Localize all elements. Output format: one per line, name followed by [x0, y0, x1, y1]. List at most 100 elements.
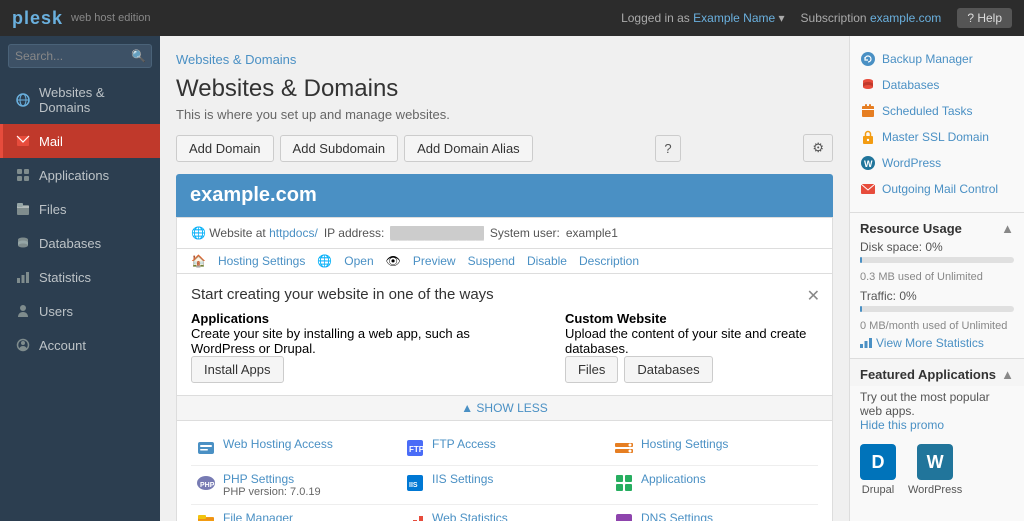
disk-bar: [860, 257, 862, 263]
dns-icon: DNS: [613, 511, 635, 521]
breadcrumb-link[interactable]: Websites & Domains: [176, 52, 296, 67]
mail-icon: [15, 133, 31, 149]
hosting-settings-icon: [613, 437, 635, 459]
databases-icon: [15, 235, 31, 251]
wordpress-app[interactable]: W WordPress: [908, 444, 962, 496]
hosting-settings-link[interactable]: Hosting Settings: [218, 254, 305, 268]
settings-icon-button[interactable]: ⚙: [803, 134, 833, 162]
featured-apps-title: Featured Applications: [860, 367, 996, 382]
files-button[interactable]: Files: [565, 356, 618, 383]
sidebar-item-mail[interactable]: Mail: [0, 124, 160, 158]
content-area: Websites & Domains Websites & Domains Th…: [160, 36, 1024, 521]
outgoing-mail-icon: [860, 181, 876, 197]
add-subdomain-button[interactable]: Add Subdomain: [280, 135, 399, 162]
list-item: File Manager: [191, 505, 400, 521]
php-sub: PHP version: 7.0.19: [223, 486, 321, 498]
backup-manager-link[interactable]: Backup Manager: [860, 46, 1014, 72]
search-icon: 🔍: [131, 49, 146, 63]
list-item: IIS IIS Settings: [400, 466, 609, 504]
sidebar-item-applications[interactable]: Applications: [0, 158, 160, 192]
databases-rp-icon: [860, 77, 876, 93]
scheduled-icon: [860, 103, 876, 119]
logged-in-label: Logged in as Example Name ▾: [621, 11, 784, 25]
domain-info: 🌐 Website at httpdocs/ IP address: █████…: [176, 217, 833, 249]
databases-button[interactable]: Databases: [624, 356, 712, 383]
user-name-link[interactable]: Example Name: [693, 11, 775, 25]
hosting-settings-grid-link[interactable]: Hosting Settings: [641, 437, 728, 451]
master-ssl-label: Master SSL Domain: [882, 130, 989, 144]
php-link[interactable]: PHP Settings: [223, 472, 321, 486]
disable-link[interactable]: Disable: [527, 254, 567, 268]
view-more-stats-link[interactable]: View More Statistics: [850, 332, 1024, 358]
sidebar-item-statistics[interactable]: Statistics: [0, 260, 160, 294]
start-col-apps-heading: Applications: [191, 311, 525, 326]
sidebar-item-account[interactable]: Account: [0, 328, 160, 362]
sidebar-label-files: Files: [39, 202, 66, 217]
open-link[interactable]: Open: [344, 254, 373, 268]
sidebar-item-files[interactable]: Files: [0, 192, 160, 226]
svg-text:FTP: FTP: [409, 445, 425, 454]
backup-icon: [860, 51, 876, 67]
hosting-icon: 🏠: [191, 254, 206, 268]
open-icon: 🌐: [317, 254, 332, 268]
subscription-link[interactable]: example.com: [870, 11, 941, 25]
add-domain-alias-button[interactable]: Add Domain Alias: [404, 135, 533, 162]
web-hosting-link[interactable]: Web Hosting Access: [223, 437, 333, 451]
featured-promo-text: Try out the most popular web apps. Hide …: [850, 386, 1024, 436]
featured-apps-collapse[interactable]: ▲: [1001, 367, 1014, 382]
master-ssl-link[interactable]: Master SSL Domain: [860, 124, 1014, 150]
hide-promo-link[interactable]: Hide this promo: [860, 418, 944, 432]
traffic-label: Traffic: 0%: [850, 289, 1024, 303]
dns-link[interactable]: DNS Settings: [641, 511, 713, 521]
right-panel: Backup Manager Databases Scheduled Tasks: [849, 36, 1024, 521]
domain-name: example.com: [190, 184, 317, 207]
iis-link[interactable]: IIS Settings: [432, 472, 493, 486]
sidebar-item-websites[interactable]: Websites & Domains: [0, 76, 160, 124]
applications-grid-link[interactable]: Applications: [641, 472, 706, 486]
sidebar-label-account: Account: [39, 338, 86, 353]
sidebar-label-applications: Applications: [39, 168, 109, 183]
close-start-box[interactable]: ✕: [807, 286, 820, 306]
show-less-button[interactable]: ▲ SHOW LESS: [176, 396, 833, 421]
list-item: Web Statistics: [400, 505, 609, 521]
install-apps-button[interactable]: Install Apps: [191, 356, 284, 383]
preview-link[interactable]: Preview: [413, 254, 456, 268]
plesk-logo: plesk: [12, 8, 63, 29]
resource-usage-header: Resource Usage ▲: [850, 213, 1024, 240]
sidebar-label-statistics: Statistics: [39, 270, 91, 285]
suspend-link[interactable]: Suspend: [468, 254, 515, 268]
help-button[interactable]: ? Help: [957, 8, 1012, 28]
drupal-label: Drupal: [862, 484, 894, 496]
users-icon: [15, 303, 31, 319]
drupal-app[interactable]: D Drupal: [860, 444, 896, 496]
add-domain-button[interactable]: Add Domain: [176, 135, 274, 162]
file-manager-link[interactable]: File Manager: [223, 511, 293, 521]
files-icon: [15, 201, 31, 217]
databases-rp-link[interactable]: Databases: [860, 72, 1014, 98]
outgoing-mail-link[interactable]: Outgoing Mail Control: [860, 176, 1014, 202]
httpdocs-link[interactable]: httpdocs/: [269, 226, 318, 240]
sidebar-item-users[interactable]: Users: [0, 294, 160, 328]
sidebar-item-databases[interactable]: Databases: [0, 226, 160, 260]
scheduled-tasks-label: Scheduled Tasks: [882, 104, 973, 118]
wordpress-label: WordPress: [882, 156, 941, 170]
plesk-edition: web host edition: [71, 12, 151, 24]
description-link[interactable]: Description: [579, 254, 639, 268]
ftp-text: FTP Access: [432, 437, 496, 451]
svg-text:IIS: IIS: [409, 482, 418, 489]
hosting-settings-text: Hosting Settings: [641, 437, 728, 451]
wordpress-link[interactable]: W WordPress: [860, 150, 1014, 176]
scheduled-tasks-link[interactable]: Scheduled Tasks: [860, 98, 1014, 124]
help-icon-button[interactable]: ?: [655, 135, 680, 162]
topbar-brand: plesk web host edition: [12, 8, 151, 29]
web-stats-link[interactable]: Web Statistics: [432, 511, 508, 521]
resource-usage-collapse[interactable]: ▲: [1001, 221, 1014, 236]
outgoing-mail-label: Outgoing Mail Control: [882, 182, 998, 196]
web-hosting-icon: [195, 437, 217, 459]
app-row-1: Web Hosting Access FTP FTP Access: [191, 431, 818, 466]
website-at-label: 🌐 Website at httpdocs/: [191, 226, 318, 240]
system-user-value: example1: [566, 226, 618, 240]
ftp-link[interactable]: FTP Access: [432, 437, 496, 451]
sidebar-label-users: Users: [39, 304, 73, 319]
featured-apps-header: Featured Applications ▲: [850, 358, 1024, 386]
